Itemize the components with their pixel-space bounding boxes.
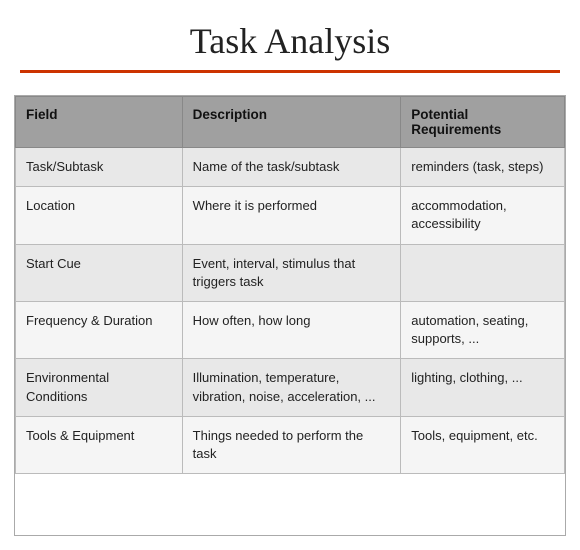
cell-requirements: lighting, clothing, ...: [401, 359, 565, 416]
cell-description: How often, how long: [182, 301, 401, 358]
cell-requirements: Tools, equipment, etc.: [401, 416, 565, 473]
table-row: LocationWhere it is performedaccommodati…: [16, 187, 565, 244]
cell-description: Event, interval, stimulus that triggers …: [182, 244, 401, 301]
cell-field: Frequency & Duration: [16, 301, 183, 358]
cell-field: Tools & Equipment: [16, 416, 183, 473]
table-body: Task/SubtaskName of the task/subtaskremi…: [16, 148, 565, 474]
page-title: Task Analysis: [20, 20, 560, 62]
cell-field: Start Cue: [16, 244, 183, 301]
cell-field: Location: [16, 187, 183, 244]
header-requirements: Potential Requirements: [401, 97, 565, 148]
table-row: Tools & EquipmentThings needed to perfor…: [16, 416, 565, 473]
analysis-table: Field Description Potential Requirements…: [15, 96, 565, 474]
cell-description: Things needed to perform the task: [182, 416, 401, 473]
cell-requirements: reminders (task, steps): [401, 148, 565, 187]
title-underline: [20, 70, 560, 73]
table-row: Environmental ConditionsIllumination, te…: [16, 359, 565, 416]
table-header-row: Field Description Potential Requirements: [16, 97, 565, 148]
table-row: Frequency & DurationHow often, how longa…: [16, 301, 565, 358]
table-row: Start CueEvent, interval, stimulus that …: [16, 244, 565, 301]
cell-field: Environmental Conditions: [16, 359, 183, 416]
header-field: Field: [16, 97, 183, 148]
header-description: Description: [182, 97, 401, 148]
page-container: Task Analysis Field Description Potentia…: [0, 0, 580, 550]
table-container: Field Description Potential Requirements…: [14, 95, 566, 536]
cell-requirements: accommodation, accessibility: [401, 187, 565, 244]
cell-field: Task/Subtask: [16, 148, 183, 187]
title-section: Task Analysis: [0, 0, 580, 83]
cell-description: Name of the task/subtask: [182, 148, 401, 187]
cell-description: Where it is performed: [182, 187, 401, 244]
cell-requirements: automation, seating, supports, ...: [401, 301, 565, 358]
table-row: Task/SubtaskName of the task/subtaskremi…: [16, 148, 565, 187]
cell-description: Illumination, temperature, vibration, no…: [182, 359, 401, 416]
cell-requirements: [401, 244, 565, 301]
